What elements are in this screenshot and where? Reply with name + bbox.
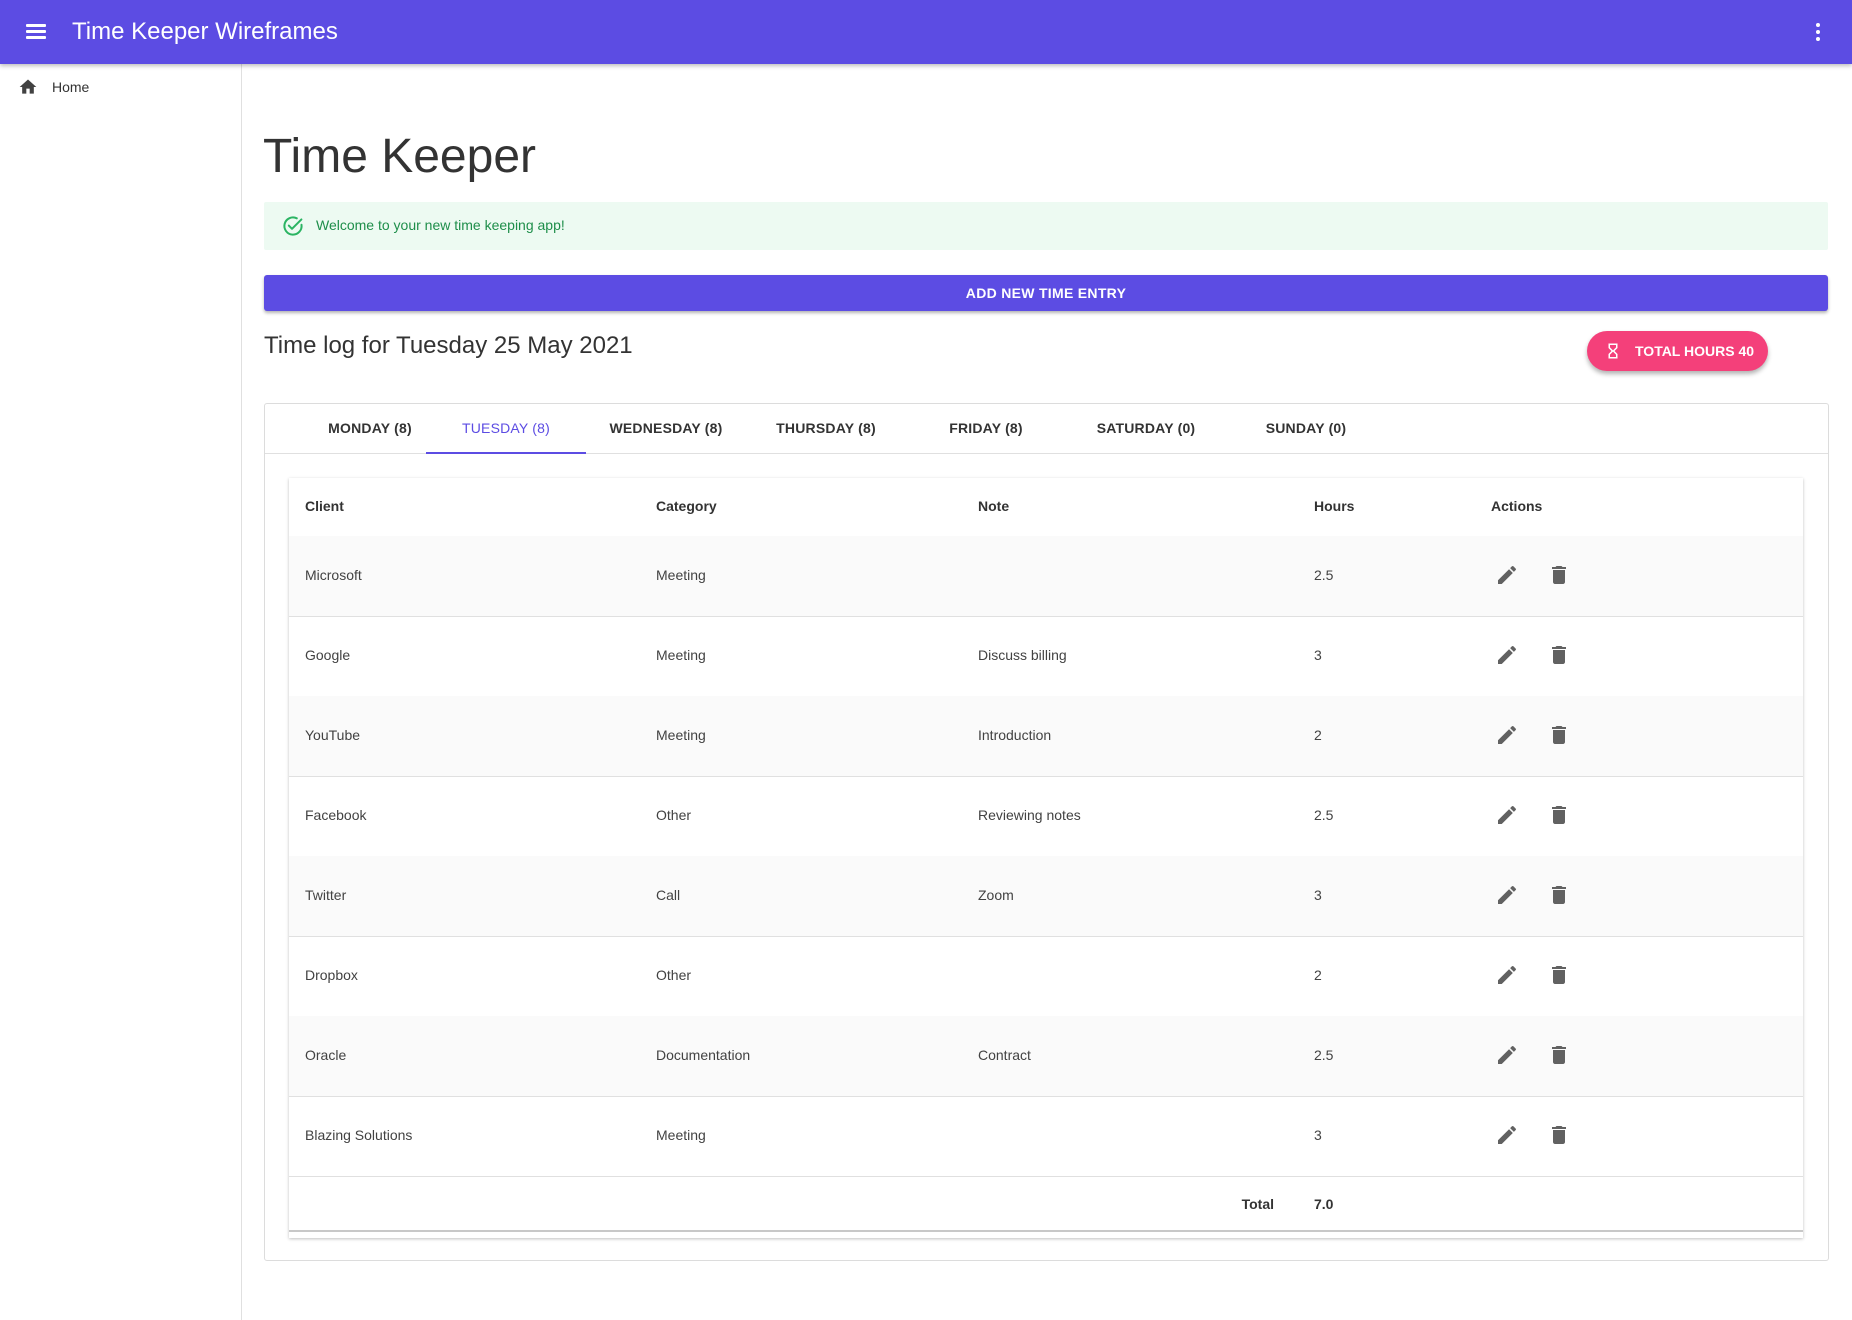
cell-client: Twitter [305,887,347,903]
trash-icon[interactable] [1547,723,1571,747]
tab-saturday[interactable]: SATURDAY (0) [1066,404,1226,453]
cell-category: Documentation [656,1047,751,1063]
time-log-card: MONDAY (8) TUESDAY (8) WEDNESDAY (8) THU… [264,403,1829,1261]
trash-icon[interactable] [1547,1043,1571,1067]
cell-hours: 2.5 [1314,1047,1334,1063]
table-row: Google Meeting Discuss billing 3 [289,616,1803,697]
cell-category: Call [656,887,681,903]
cell-client: Blazing Solutions [305,1127,413,1143]
column-header-category: Category [656,498,717,514]
cell-category: Meeting [656,1127,706,1143]
tab-sunday[interactable]: SUNDAY (0) [1226,404,1386,453]
pencil-icon[interactable] [1495,883,1519,907]
table-row: YouTube Meeting Introduction 2 [289,696,1803,777]
tab-wednesday[interactable]: WEDNESDAY (8) [586,404,746,453]
cell-category: Other [656,967,692,983]
table-row: Microsoft Meeting 2.5 [289,536,1803,617]
pencil-icon[interactable] [1495,723,1519,747]
hourglass-icon [1608,343,1618,359]
cell-category: Meeting [656,567,706,583]
cell-client: Oracle [305,1047,347,1063]
log-title: Time log for Tuesday 25 May 2021 [264,332,633,359]
success-alert: Welcome to your new time keeping app! [264,202,1828,250]
total-label: Total [1241,1196,1274,1212]
trash-icon[interactable] [1547,883,1571,907]
cell-client: Facebook [305,807,367,823]
tab-tuesday[interactable]: TUESDAY (8) [426,404,586,454]
cell-client: Dropbox [305,967,358,983]
day-tabs: MONDAY (8) TUESDAY (8) WEDNESDAY (8) THU… [265,404,1828,454]
cell-hours: 2 [1314,967,1322,983]
column-header-client: Client [305,498,344,514]
column-header-note: Note [978,498,1010,514]
cell-note: Discuss billing [978,647,1067,663]
menu-icon[interactable] [22,20,50,44]
pencil-icon[interactable] [1495,643,1519,667]
app-bar: Time Keeper Wireframes [0,0,1852,64]
table-row: Oracle Documentation Contract 2.5 [289,1016,1803,1097]
table-header: Client Category Note Hours Actions [289,478,1803,537]
total-value: 7.0 [1314,1196,1334,1212]
column-header-hours: Hours [1314,498,1355,514]
time-entries-table: Client Category Note Hours Actions Micro… [289,478,1803,1238]
cell-category: Other [656,807,692,823]
home-icon [19,79,37,94]
pencil-icon[interactable] [1495,1123,1519,1147]
more-vert-icon[interactable] [1806,20,1830,44]
cell-hours: 2 [1314,727,1322,743]
cell-note: Introduction [978,727,1052,743]
cell-hours: 3 [1314,887,1322,903]
cell-note: Reviewing notes [978,807,1081,823]
check-circle-icon [283,216,303,236]
cell-hours: 3 [1314,647,1322,663]
trash-icon[interactable] [1547,963,1571,987]
cell-hours: 3 [1314,1127,1322,1143]
cell-hours: 2.5 [1314,807,1334,823]
tab-friday[interactable]: FRIDAY (8) [906,404,1066,453]
cell-note: Zoom [978,887,1014,903]
cell-client: Microsoft [305,567,362,583]
table-row: Twitter Call Zoom 3 [289,856,1803,937]
tab-thursday[interactable]: THURSDAY (8) [746,404,906,453]
table-footer: Total 7.0 [289,1176,1803,1232]
alert-message: Welcome to your new time keeping app! [316,217,565,233]
cell-client: YouTube [305,727,361,743]
add-time-entry-button[interactable]: ADD NEW TIME ENTRY [264,275,1828,311]
trash-icon[interactable] [1547,1123,1571,1147]
trash-icon[interactable] [1547,803,1571,827]
cell-category: Meeting [656,647,706,663]
pencil-icon[interactable] [1495,803,1519,827]
cell-category: Meeting [656,727,706,743]
sidebar-item-home[interactable]: Home [0,70,241,104]
trash-icon[interactable] [1547,563,1571,587]
cell-hours: 2.5 [1314,567,1334,583]
cell-note: Contract [978,1047,1031,1063]
total-hours-label: TOTAL HOURS 40 [1635,343,1755,359]
page-title: Time Keeper [263,130,536,183]
table-row: Dropbox Other 2 [289,936,1803,1017]
table-row: Blazing Solutions Meeting 3 [289,1096,1803,1177]
pencil-icon[interactable] [1495,963,1519,987]
sidebar: Home [0,64,242,1320]
column-header-actions: Actions [1491,498,1543,514]
table-row: Facebook Other Reviewing notes 2.5 [289,776,1803,857]
app-title: Time Keeper Wireframes [72,18,338,45]
pencil-icon[interactable] [1495,563,1519,587]
sidebar-item-label: Home [52,79,90,95]
trash-icon[interactable] [1547,643,1571,667]
total-hours-button[interactable]: TOTAL HOURS 40 [1587,331,1768,371]
cell-client: Google [305,647,351,663]
pencil-icon[interactable] [1495,1043,1519,1067]
